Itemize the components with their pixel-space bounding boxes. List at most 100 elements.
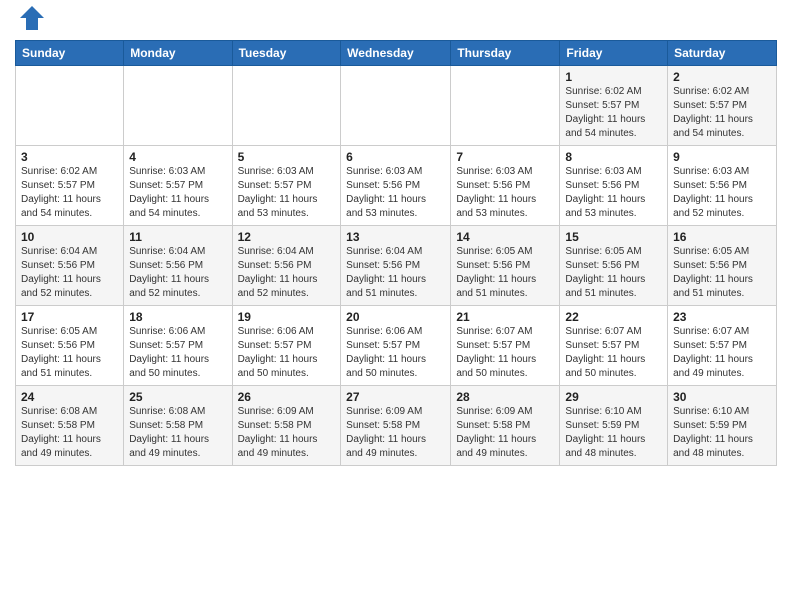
day-of-week-header: Tuesday	[232, 41, 341, 66]
day-info: Sunrise: 6:02 AM Sunset: 5:57 PM Dayligh…	[673, 85, 771, 141]
day-number: 7	[456, 150, 554, 164]
day-number: 26	[238, 390, 336, 404]
calendar-day-cell: 15Sunrise: 6:05 AM Sunset: 5:56 PM Dayli…	[560, 226, 668, 306]
day-info: Sunrise: 6:03 AM Sunset: 5:56 PM Dayligh…	[673, 165, 771, 221]
day-number: 27	[346, 390, 445, 404]
day-info: Sunrise: 6:03 AM Sunset: 5:57 PM Dayligh…	[238, 165, 336, 221]
day-number: 21	[456, 310, 554, 324]
calendar-day-cell: 5Sunrise: 6:03 AM Sunset: 5:57 PM Daylig…	[232, 146, 341, 226]
day-of-week-header: Monday	[124, 41, 232, 66]
calendar-table: SundayMondayTuesdayWednesdayThursdayFrid…	[15, 40, 777, 466]
calendar-day-cell	[124, 66, 232, 146]
day-info: Sunrise: 6:10 AM Sunset: 5:59 PM Dayligh…	[565, 405, 662, 461]
day-number: 15	[565, 230, 662, 244]
day-number: 23	[673, 310, 771, 324]
calendar-day-cell: 2Sunrise: 6:02 AM Sunset: 5:57 PM Daylig…	[668, 66, 777, 146]
day-info: Sunrise: 6:05 AM Sunset: 5:56 PM Dayligh…	[565, 245, 662, 301]
calendar-day-cell	[16, 66, 124, 146]
calendar-week-row: 10Sunrise: 6:04 AM Sunset: 5:56 PM Dayli…	[16, 226, 777, 306]
calendar-day-cell: 27Sunrise: 6:09 AM Sunset: 5:58 PM Dayli…	[341, 386, 451, 466]
day-number: 5	[238, 150, 336, 164]
calendar-day-cell: 29Sunrise: 6:10 AM Sunset: 5:59 PM Dayli…	[560, 386, 668, 466]
day-number: 11	[129, 230, 226, 244]
day-of-week-header: Wednesday	[341, 41, 451, 66]
header	[15, 10, 777, 32]
day-number: 1	[565, 70, 662, 84]
calendar-day-cell	[451, 66, 560, 146]
calendar-day-cell: 21Sunrise: 6:07 AM Sunset: 5:57 PM Dayli…	[451, 306, 560, 386]
calendar-body: 1 Sunrise: 6:02 AM Sunset: 5:57 PM Daylig…	[16, 66, 777, 466]
calendar-week-row: 24Sunrise: 6:08 AM Sunset: 5:58 PM Dayli…	[16, 386, 777, 466]
day-number: 6	[346, 150, 445, 164]
day-number: 4	[129, 150, 226, 164]
calendar-day-cell: 11Sunrise: 6:04 AM Sunset: 5:56 PM Dayli…	[124, 226, 232, 306]
day-number: 25	[129, 390, 226, 404]
day-number: 18	[129, 310, 226, 324]
calendar-day-cell	[341, 66, 451, 146]
day-number: 9	[673, 150, 771, 164]
calendar-day-cell: 9Sunrise: 6:03 AM Sunset: 5:56 PM Daylig…	[668, 146, 777, 226]
day-number: 10	[21, 230, 118, 244]
day-info: Sunrise: 6:06 AM Sunset: 5:57 PM Dayligh…	[346, 325, 445, 381]
day-of-week-header: Friday	[560, 41, 668, 66]
day-number: 14	[456, 230, 554, 244]
page: SundayMondayTuesdayWednesdayThursdayFrid…	[0, 0, 792, 612]
calendar-day-cell: 17Sunrise: 6:05 AM Sunset: 5:56 PM Dayli…	[16, 306, 124, 386]
day-info: Sunrise: 6:09 AM Sunset: 5:58 PM Dayligh…	[346, 405, 445, 461]
calendar-day-cell: 6Sunrise: 6:03 AM Sunset: 5:56 PM Daylig…	[341, 146, 451, 226]
day-info: Sunrise: 6:07 AM Sunset: 5:57 PM Dayligh…	[565, 325, 662, 381]
day-number: 2	[673, 70, 771, 84]
calendar-day-cell: 12Sunrise: 6:04 AM Sunset: 5:56 PM Dayli…	[232, 226, 341, 306]
day-info: Sunrise: 6:06 AM Sunset: 5:57 PM Dayligh…	[238, 325, 336, 381]
calendar-week-row: 1 Sunrise: 6:02 AM Sunset: 5:57 PM Daylig…	[16, 66, 777, 146]
day-number: 12	[238, 230, 336, 244]
day-of-week-header: Saturday	[668, 41, 777, 66]
day-info: Sunrise: 6:02 AM Sunset: 5:57 PM Dayligh…	[21, 165, 118, 221]
day-info: Sunrise: 6:03 AM Sunset: 5:56 PM Dayligh…	[565, 165, 662, 221]
calendar-day-cell: 8Sunrise: 6:03 AM Sunset: 5:56 PM Daylig…	[560, 146, 668, 226]
calendar-day-cell: 28Sunrise: 6:09 AM Sunset: 5:58 PM Dayli…	[451, 386, 560, 466]
calendar-day-cell: 25Sunrise: 6:08 AM Sunset: 5:58 PM Dayli…	[124, 386, 232, 466]
day-info: Sunrise: 6:09 AM Sunset: 5:58 PM Dayligh…	[456, 405, 554, 461]
day-number: 8	[565, 150, 662, 164]
day-info: Sunrise: 6:05 AM Sunset: 5:56 PM Dayligh…	[673, 245, 771, 301]
day-info: Sunrise: 6:08 AM Sunset: 5:58 PM Dayligh…	[129, 405, 226, 461]
calendar-week-row: 3Sunrise: 6:02 AM Sunset: 5:57 PM Daylig…	[16, 146, 777, 226]
calendar-day-cell: 10Sunrise: 6:04 AM Sunset: 5:56 PM Dayli…	[16, 226, 124, 306]
logo-area	[15, 14, 46, 32]
calendar-day-cell: 16Sunrise: 6:05 AM Sunset: 5:56 PM Dayli…	[668, 226, 777, 306]
calendar-day-cell: 19Sunrise: 6:06 AM Sunset: 5:57 PM Dayli…	[232, 306, 341, 386]
day-info: Sunrise: 6:04 AM Sunset: 5:56 PM Dayligh…	[21, 245, 118, 301]
day-number: 29	[565, 390, 662, 404]
header-row: SundayMondayTuesdayWednesdayThursdayFrid…	[16, 41, 777, 66]
day-info: Sunrise: 6:03 AM Sunset: 5:56 PM Dayligh…	[346, 165, 445, 221]
day-info: Sunrise: 6:08 AM Sunset: 5:58 PM Dayligh…	[21, 405, 118, 461]
calendar-day-cell	[232, 66, 341, 146]
day-info: Sunrise: 6:04 AM Sunset: 5:56 PM Dayligh…	[238, 245, 336, 301]
calendar-day-cell: 22Sunrise: 6:07 AM Sunset: 5:57 PM Dayli…	[560, 306, 668, 386]
day-number: 30	[673, 390, 771, 404]
day-number: 28	[456, 390, 554, 404]
day-number: 17	[21, 310, 118, 324]
day-number: 24	[21, 390, 118, 404]
calendar-day-cell: 7Sunrise: 6:03 AM Sunset: 5:56 PM Daylig…	[451, 146, 560, 226]
calendar-day-cell: 1Sunrise: 6:02 AM Sunset: 5:57 PM Daylig…	[560, 66, 668, 146]
day-number: 16	[673, 230, 771, 244]
calendar-header: SundayMondayTuesdayWednesdayThursdayFrid…	[16, 41, 777, 66]
day-info: Sunrise: 6:03 AM Sunset: 5:56 PM Dayligh…	[456, 165, 554, 221]
day-number: 22	[565, 310, 662, 324]
day-of-week-header: Thursday	[451, 41, 560, 66]
day-number: 20	[346, 310, 445, 324]
day-info: Sunrise: 6:05 AM Sunset: 5:56 PM Dayligh…	[456, 245, 554, 301]
calendar-day-cell: 14Sunrise: 6:05 AM Sunset: 5:56 PM Dayli…	[451, 226, 560, 306]
calendar-day-cell: 4Sunrise: 6:03 AM Sunset: 5:57 PM Daylig…	[124, 146, 232, 226]
calendar-day-cell: 3Sunrise: 6:02 AM Sunset: 5:57 PM Daylig…	[16, 146, 124, 226]
calendar-day-cell: 26Sunrise: 6:09 AM Sunset: 5:58 PM Dayli…	[232, 386, 341, 466]
day-info: Sunrise: 6:09 AM Sunset: 5:58 PM Dayligh…	[238, 405, 336, 461]
calendar-day-cell: 13Sunrise: 6:04 AM Sunset: 5:56 PM Dayli…	[341, 226, 451, 306]
day-info: Sunrise: 6:05 AM Sunset: 5:56 PM Dayligh…	[21, 325, 118, 381]
day-info: Sunrise: 6:04 AM Sunset: 5:56 PM Dayligh…	[346, 245, 445, 301]
day-of-week-header: Sunday	[16, 41, 124, 66]
day-info: Sunrise: 6:07 AM Sunset: 5:57 PM Dayligh…	[456, 325, 554, 381]
calendar-day-cell: 24Sunrise: 6:08 AM Sunset: 5:58 PM Dayli…	[16, 386, 124, 466]
